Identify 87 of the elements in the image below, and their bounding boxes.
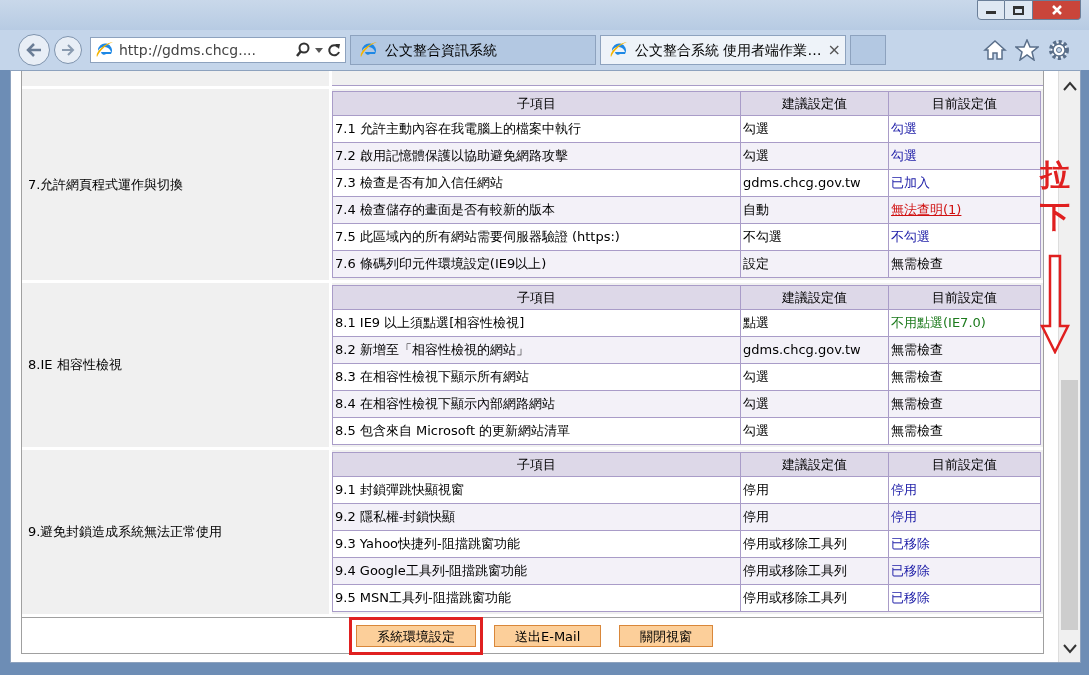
column-header: 子項目	[332, 452, 741, 477]
browser-tab[interactable]: 公文整合系統 使用者端作業… ×	[600, 35, 846, 65]
table-cell: 7.5 此區域內的所有網站需要伺服器驗證 (https:)	[332, 223, 741, 251]
column-header: 建議設定值	[740, 285, 889, 310]
table-cell: 已移除	[888, 530, 1041, 558]
table-cell: 8.2 新增至「相容性檢視的網站」	[332, 336, 741, 364]
table-cell: gdms.chcg.gov.tw	[740, 336, 889, 364]
table-cell: 自動	[740, 196, 889, 224]
column-header: 目前設定值	[888, 91, 1041, 116]
table-cell: 停用	[888, 476, 1041, 504]
table-cell: 7.6 條碼列印元件環境設定(IE9以上)	[332, 250, 741, 278]
table-cell: 停用或移除工具列	[740, 530, 889, 558]
scroll-down-icon[interactable]	[1062, 644, 1077, 654]
table-cell: 9.5 MSN工具列-阻擋跳窗功能	[332, 584, 741, 612]
table-cell: 7.1 允許主動內容在我電腦上的檔案中執行	[332, 115, 741, 143]
table-cell: 停用或移除工具列	[740, 584, 889, 612]
minimize-button[interactable]	[977, 0, 1005, 20]
close-button[interactable]	[1033, 0, 1081, 20]
dropdown-caret-icon	[315, 47, 323, 53]
maximize-button[interactable]	[1005, 0, 1033, 20]
table-cell: 8.4 在相容性檢視下顯示內部網路網站	[332, 390, 741, 418]
action-button[interactable]: 關閉視窗	[619, 625, 714, 648]
table-cell: 已移除	[888, 584, 1041, 612]
table-cell: 不勾選	[888, 223, 1041, 251]
browser-tab[interactable]: 公文整合資訊系統	[350, 35, 596, 65]
table-cell: 停用	[888, 503, 1041, 531]
close-icon	[1050, 4, 1063, 16]
section-title-cell: 8.IE 相容性檢視	[22, 283, 329, 447]
column-header: 子項目	[332, 285, 741, 310]
table-cell: 不用點選(IE7.0)	[888, 309, 1041, 337]
section-title-cell: 7.允許網頁程式運作與切換	[22, 89, 329, 280]
table-cell: 點選	[740, 309, 889, 337]
table-cell: 無法查明(1)	[888, 196, 1041, 224]
table-cell: 勾選	[740, 115, 889, 143]
action-button[interactable]: 送出E-Mail	[494, 625, 602, 648]
column-header: 建議設定值	[740, 91, 889, 116]
table-cell: 9.4 Google工具列-阻擋跳窗功能	[332, 557, 741, 585]
table-cell: 7.2 啟用記憶體保護以協助避免網路攻擊	[332, 142, 741, 170]
back-arrow-icon	[26, 43, 42, 57]
settings-icon[interactable]	[1047, 38, 1071, 62]
star-icon[interactable]	[1015, 39, 1039, 61]
scrollbar-thumb[interactable]	[1061, 380, 1078, 630]
table-cell: 無需檢查	[888, 250, 1041, 278]
tab-close-button[interactable]: ×	[827, 38, 841, 62]
table-cell: 8.1 IE9 以上須點選[相容性檢視]	[332, 309, 741, 337]
search-icon	[295, 42, 311, 58]
table-cell: 無需檢查	[888, 390, 1041, 418]
table-cell: 勾選	[740, 142, 889, 170]
table-cell: 勾選	[888, 115, 1041, 143]
scroll-up-icon[interactable]	[1062, 81, 1077, 91]
address-bar[interactable]: http://gdms.chcg....	[90, 37, 346, 63]
table-cell: 7.3 檢查是否有加入信任網站	[332, 169, 741, 197]
tab-title: 公文整合系統 使用者端作業…	[635, 40, 822, 60]
table-cell: 勾選	[740, 390, 889, 418]
column-header: 目前設定值	[888, 452, 1041, 477]
table-cell: 9.2 隱私權-封鎖快顯	[332, 503, 741, 531]
column-header: 子項目	[332, 91, 741, 116]
table-cell: 不勾選	[740, 223, 889, 251]
tab-title: 公文整合資訊系統	[385, 40, 497, 60]
table-cell: 停用	[740, 476, 889, 504]
home-icon[interactable]	[983, 39, 1007, 61]
section-title-cell: 9.避免封鎖造成系統無法正常使用	[22, 450, 329, 614]
column-header: 建議設定值	[740, 452, 889, 477]
table-cell: 無需檢查	[888, 363, 1041, 391]
table-cell: 9.1 封鎖彈跳快顯視窗	[332, 476, 741, 504]
table-cell: gdms.chcg.gov.tw	[740, 169, 889, 197]
table-cell: 9.3 Yahoo快捷列-阻擋跳窗功能	[332, 530, 741, 558]
url-text: http://gdms.chcg....	[119, 40, 256, 60]
refresh-icon	[327, 42, 341, 58]
forward-arrow-icon	[61, 44, 75, 56]
table-cell: 勾選	[740, 417, 889, 445]
back-button[interactable]	[18, 34, 50, 66]
table-cell: 勾選	[888, 142, 1041, 170]
annotation-text: 拉	[1040, 160, 1070, 190]
table-cell: 停用	[740, 503, 889, 531]
table-cell: 7.4 檢查儲存的畫面是否有較新的版本	[332, 196, 741, 224]
table-cell: 無需檢查	[888, 417, 1041, 445]
column-header: 目前設定值	[888, 285, 1041, 310]
annotation-text: 下	[1040, 202, 1070, 232]
table-cell: 已移除	[888, 557, 1041, 585]
table-cell: 設定	[740, 250, 889, 278]
table-cell: 勾選	[740, 363, 889, 391]
table-cell: 8.3 在相容性檢視下顯示所有網站	[332, 363, 741, 391]
table-cell: 8.5 包含來自 Microsoft 的更新網站清單	[332, 417, 741, 445]
action-button[interactable]: 系統環境設定	[356, 625, 476, 648]
table-cell: 無需檢查	[888, 336, 1041, 364]
table-cell: 停用或移除工具列	[740, 557, 889, 585]
